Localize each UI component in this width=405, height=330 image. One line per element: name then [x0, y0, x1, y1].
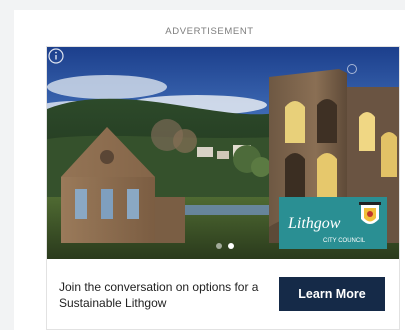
logo-name: Lithgow [287, 215, 341, 232]
ad-tagline: Join the conversation on options for a S… [59, 280, 259, 310]
carousel-dot-1[interactable] [216, 243, 222, 249]
ad-footer: Join the conversation on options for a S… [47, 259, 399, 329]
ad-image[interactable]: Lithgow CITY COUNCIL [47, 47, 400, 259]
advertisement-label: ADVERTISEMENT [165, 26, 254, 37]
council-logo: Lithgow CITY COUNCIL [279, 197, 387, 249]
ad-card[interactable]: Lithgow CITY COUNCIL Join the conversati… [46, 46, 400, 330]
carousel-dot-2[interactable] [228, 243, 234, 249]
advertisement-container: ADVERTISEMENT Lithgow CITY COUNCIL Join … [14, 10, 405, 330]
learn-more-button[interactable]: Learn More [279, 277, 385, 311]
logo-subtitle: CITY COUNCIL [323, 238, 366, 244]
